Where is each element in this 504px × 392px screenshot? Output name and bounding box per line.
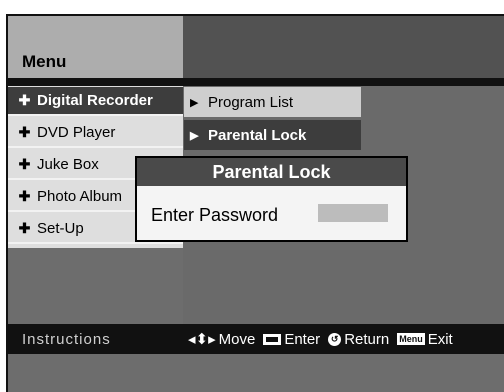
submenu-item-label: Parental Lock — [208, 126, 307, 144]
menu-item-label: Set-Up — [37, 220, 84, 237]
main-menu-empty-area — [8, 248, 183, 324]
return-label: Return — [344, 330, 390, 348]
move-label: Move — [218, 330, 256, 348]
header-right-panel — [183, 16, 504, 78]
plus-icon: ✚ — [18, 156, 31, 172]
plus-icon: ✚ — [18, 124, 31, 140]
menu-key-icon: Menu — [397, 333, 425, 345]
menu-item-label: Digital Recorder — [37, 92, 153, 109]
plus-icon: ✚ — [18, 92, 31, 108]
dialog-title: Parental Lock — [137, 158, 406, 186]
menu-item-dvd-player[interactable]: ✚ DVD Player — [8, 119, 183, 148]
osd-screen: Menu ✚ Digital Recorder ✚ DVD Player ✚ J… — [0, 0, 504, 392]
menu-item-label: Juke Box — [37, 156, 99, 173]
arrow-right-icon: ▶ — [190, 129, 199, 142]
submenu-item-label: Program List — [208, 93, 294, 111]
password-field[interactable] — [318, 204, 388, 222]
password-label: Enter Password — [151, 205, 279, 225]
header-divider — [8, 78, 504, 86]
plus-icon: ✚ — [18, 188, 31, 204]
menu-item-label: DVD Player — [37, 124, 116, 141]
plus-icon: ✚ — [18, 220, 31, 236]
menu-item-label: Photo Album — [37, 188, 123, 205]
submenu-item-parental-lock[interactable]: ▶ Parental Lock — [184, 120, 361, 150]
submenu-item-program-list[interactable]: ▶ Program List — [184, 87, 361, 117]
instructions-label: Instructions — [22, 331, 111, 348]
instructions-keys: ◂⬍▸ Move Enter ↺ Return Menu Exit — [188, 329, 453, 349]
bottom-panel — [8, 354, 504, 392]
parental-lock-dialog: Parental Lock Enter Password — [135, 156, 408, 242]
enter-label: Enter — [284, 330, 321, 348]
page-title: Menu — [22, 52, 67, 71]
arrow-right-icon: ▶ — [190, 96, 199, 109]
return-icon: ↺ — [328, 332, 342, 346]
enter-icon — [263, 333, 282, 345]
exit-label: Exit — [427, 330, 453, 348]
menu-item-digital-recorder[interactable]: ✚ Digital Recorder — [8, 87, 183, 116]
move-arrows-icon: ◂⬍▸ — [188, 331, 216, 348]
